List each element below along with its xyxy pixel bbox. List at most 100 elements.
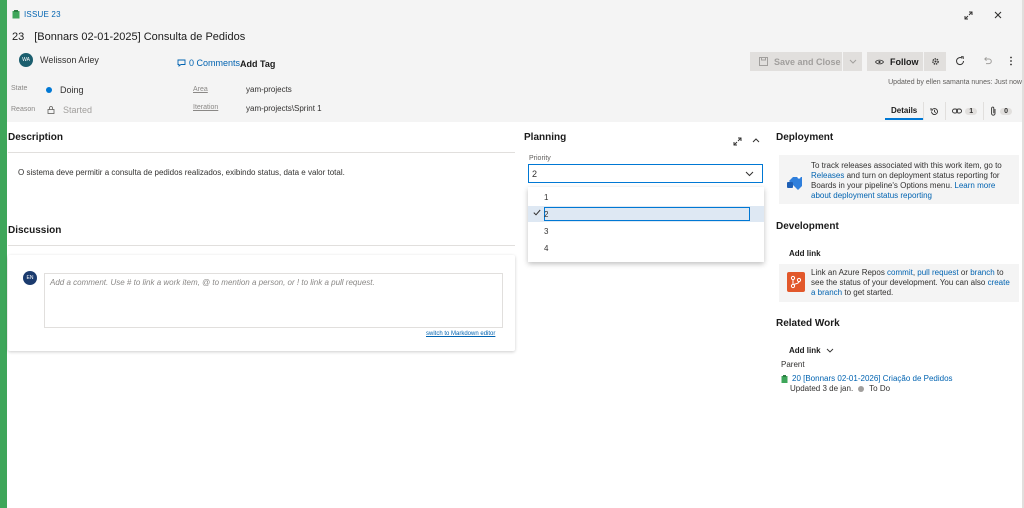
- last-updated-text: Updated by ellen samanta nunes: Just now: [888, 79, 1022, 86]
- close-icon[interactable]: [992, 9, 1004, 21]
- development-text-part: or: [958, 268, 971, 277]
- area-label: Area: [193, 86, 208, 93]
- gear-icon: [931, 57, 940, 66]
- work-item-type-label: ISSUE 23: [24, 10, 61, 19]
- attachments-count-badge: 0: [1000, 107, 1013, 115]
- repos-icon: [787, 272, 805, 292]
- eye-icon: [875, 59, 884, 65]
- development-title: Development: [776, 221, 839, 232]
- divider: [8, 245, 515, 246]
- comment-input[interactable]: Add a comment. Use # to link a work item…: [44, 273, 503, 328]
- discussion-title: Discussion: [8, 225, 62, 236]
- parent-state: To Do: [869, 384, 891, 393]
- focus-outline: [544, 207, 750, 221]
- tab-links[interactable]: 1: [945, 102, 983, 120]
- work-item-title[interactable]: 23 [Bonnars 02-01-2025] Consulta de Pedid…: [12, 31, 245, 43]
- description-text[interactable]: O sistema deve permitir a consulta de pe…: [18, 168, 345, 177]
- priority-option-label: 2: [544, 209, 549, 219]
- pull-request-link[interactable]: pull request: [917, 268, 958, 277]
- priority-label: Priority: [529, 155, 551, 162]
- link-icon: [952, 108, 963, 114]
- state-field[interactable]: Doing: [46, 85, 84, 95]
- priority-option[interactable]: 1: [528, 189, 764, 205]
- comments-count: 0 Comments: [189, 58, 241, 68]
- markdown-editor-link[interactable]: switch to Markdown editor: [426, 331, 495, 337]
- refresh-icon[interactable]: [955, 56, 965, 66]
- work-item-tabs: Details 1 0: [885, 102, 1018, 120]
- save-and-close-button[interactable]: Save and Close: [750, 52, 862, 71]
- issue-icon: [12, 10, 20, 19]
- follow-button[interactable]: Follow: [867, 52, 923, 71]
- tab-history[interactable]: [923, 102, 945, 120]
- parent-updated: Updated 3 de jan.: [790, 384, 854, 393]
- iteration-field[interactable]: yam-projects\Sprint 1: [246, 104, 322, 113]
- work-item-title-text: [Bonnars 02-01-2025] Consulta de Pedidos: [34, 31, 246, 43]
- tab-attachments[interactable]: 0: [983, 102, 1018, 120]
- save-icon: [759, 57, 768, 66]
- fullscreen-icon[interactable]: [962, 9, 974, 21]
- state-dot-icon: [858, 385, 865, 392]
- links-count-badge: 1: [965, 107, 978, 115]
- commit-link[interactable]: commit: [887, 268, 913, 277]
- state-label: State: [11, 85, 28, 92]
- parent-work-item-title: 20 [Bonnars 02-01-2026] Criação de Pedid…: [792, 374, 953, 383]
- development-text: Link an Azure Repos commit, pull request…: [811, 268, 1016, 298]
- paperclip-icon: [990, 106, 997, 116]
- work-item-type-color-bar: [0, 0, 7, 508]
- state-dot-icon: [46, 87, 52, 93]
- comment-icon: [177, 59, 186, 67]
- priority-option[interactable]: 3: [528, 223, 764, 239]
- priority-option-label: 1: [544, 192, 549, 202]
- deployment-text-part: To track releases associated with this w…: [811, 161, 1002, 170]
- parent-work-item-link[interactable]: 20 [Bonnars 02-01-2026] Criação de Pedid…: [781, 374, 953, 383]
- window-controls: [962, 9, 1004, 21]
- assigned-to-name: Welisson Arley: [40, 55, 99, 65]
- development-text-part: Link an Azure Repos: [811, 268, 888, 277]
- chevron-down-icon[interactable]: [842, 52, 862, 71]
- development-add-link-button[interactable]: Add link: [789, 249, 821, 258]
- work-item-type[interactable]: ISSUE 23: [12, 10, 61, 19]
- reason-value: Started: [63, 105, 93, 115]
- avatar: EN: [23, 271, 37, 285]
- pipelines-icon: [786, 170, 806, 190]
- checkmark-icon: [533, 209, 541, 216]
- priority-dropdown[interactable]: 2: [528, 164, 763, 183]
- save-and-close-label: Save and Close: [774, 56, 841, 67]
- chevron-up-icon[interactable]: [752, 137, 760, 143]
- priority-option[interactable]: 4: [528, 240, 764, 256]
- related-add-link-button[interactable]: Add link: [789, 346, 834, 355]
- tab-details[interactable]: Details: [885, 102, 924, 120]
- assigned-to[interactable]: WA Welisson Arley: [19, 53, 99, 67]
- planning-title: Planning: [524, 132, 567, 143]
- history-icon: [930, 107, 939, 116]
- state-value: Doing: [60, 85, 84, 95]
- priority-option-label: 4: [544, 243, 549, 253]
- reason-label: Reason: [11, 106, 36, 113]
- comments-link[interactable]: 0 Comments: [177, 58, 240, 68]
- undo-icon[interactable]: [982, 56, 992, 66]
- branch-link[interactable]: branch: [970, 268, 994, 277]
- issue-icon: [781, 374, 788, 383]
- priority-option-selected[interactable]: 2: [528, 206, 764, 222]
- lock-icon: [47, 106, 55, 114]
- development-text-part: to get started.: [842, 288, 894, 297]
- parent-label: Parent: [781, 360, 805, 369]
- area-field[interactable]: yam-projects: [246, 85, 292, 94]
- reason-field[interactable]: Started: [47, 105, 92, 115]
- expand-icon[interactable]: [733, 137, 742, 146]
- deployment-text: To track releases associated with this w…: [811, 161, 1016, 201]
- iteration-label: Iteration: [193, 104, 219, 111]
- settings-button[interactable]: [924, 52, 946, 71]
- related-work-title: Related Work: [776, 318, 840, 329]
- add-tag-button[interactable]: Add Tag: [240, 59, 275, 69]
- more-actions-icon[interactable]: [1009, 56, 1013, 66]
- releases-link[interactable]: Releases: [811, 171, 844, 180]
- parent-work-item-meta: Updated 3 de jan. To Do: [790, 384, 890, 393]
- deployment-title: Deployment: [776, 132, 834, 143]
- divider: [8, 152, 515, 153]
- chevron-down-icon: [826, 348, 834, 353]
- chevron-down-icon: [745, 171, 754, 177]
- follow-label: Follow: [890, 56, 919, 67]
- description-title: Description: [8, 132, 64, 143]
- work-item-id: 23: [12, 31, 25, 43]
